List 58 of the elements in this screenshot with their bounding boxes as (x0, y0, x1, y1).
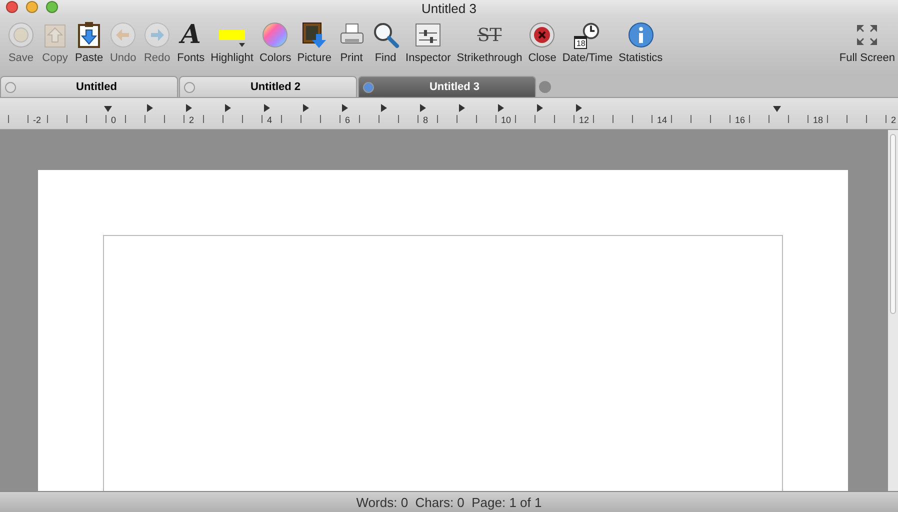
ruler-number: 16 (735, 115, 746, 125)
tab-stop-marker[interactable] (420, 104, 426, 112)
tab-stop-marker[interactable] (264, 104, 270, 112)
search-icon (372, 20, 400, 50)
tab-stop-marker[interactable] (498, 104, 504, 112)
ruler-number: 14 (657, 115, 668, 125)
tab-stop-marker[interactable] (186, 104, 192, 112)
ruler-number: 4 (267, 115, 272, 125)
ruler-number: 18 (813, 115, 824, 125)
ruler-number: 8 (423, 115, 428, 125)
strikethrough-icon: ST (474, 20, 504, 50)
color-wheel-icon (261, 20, 290, 50)
tab[interactable]: Untitled 2 (179, 76, 357, 97)
toolbar-button[interactable]: Close (525, 20, 560, 64)
picture-icon (300, 20, 328, 50)
window-title: Untitled 3 (422, 0, 476, 16)
tab-stop-marker[interactable] (537, 104, 543, 112)
toolbar-button[interactable]: Print (334, 20, 369, 64)
ruler[interactable]: -2 0 2 4 6 8 10 12 14 16 18 2 (0, 98, 898, 130)
toolbar-button[interactable]: ST Strikethrough (454, 20, 526, 64)
close-icon (528, 20, 556, 50)
scroll-thumb[interactable] (890, 134, 896, 314)
toolbar-button[interactable]: Picture (294, 20, 335, 64)
tab-stop-marker[interactable] (147, 104, 153, 112)
toolbar-button[interactable]: Full Screen (836, 20, 898, 64)
toolbar-button[interactable]: Paste (72, 20, 106, 64)
ruler-number: -2 (33, 115, 42, 125)
tab[interactable]: Untitled (0, 76, 178, 97)
toolbar-button[interactable]: Colors (256, 20, 294, 64)
toolbar-button[interactable]: Find (368, 20, 403, 64)
indent-marker[interactable] (773, 106, 781, 112)
toolbar-button[interactable]: A Fonts (174, 20, 208, 64)
tab[interactable]: Untitled 3 (358, 76, 536, 97)
toolbar-button[interactable]: 18 Date/Time (559, 20, 616, 64)
letter-icon: A (178, 20, 203, 50)
tab-stop-marker[interactable] (303, 104, 309, 112)
tab-stop-marker[interactable] (459, 104, 465, 112)
status-text: Words: 0 Chars: 0 Page: 1 of 1 (356, 494, 542, 510)
ruler-number: 0 (111, 115, 116, 125)
ruler-number: 2 (891, 115, 896, 125)
toolbar-button[interactable]: Highlight (208, 20, 256, 64)
tab-stop-marker[interactable] (342, 104, 348, 112)
scrollbar[interactable] (888, 130, 898, 491)
ruler-number: 10 (501, 115, 512, 125)
toolbar-button[interactable]: Inspector (402, 20, 454, 64)
circle-icon (7, 20, 35, 50)
ruler-number: 2 (189, 115, 194, 125)
indent-marker[interactable] (104, 106, 112, 112)
ruler-number: 12 (579, 115, 590, 125)
toolbar-button[interactable]: Statistics (616, 20, 666, 64)
info-icon (626, 20, 655, 50)
tab-stop-marker[interactable] (381, 104, 387, 112)
zoom-light[interactable] (46, 1, 58, 13)
minimize-light[interactable] (26, 1, 38, 13)
tab-stop-marker[interactable] (225, 104, 231, 112)
tab-stop-marker[interactable] (576, 104, 582, 112)
close-light[interactable] (6, 1, 18, 13)
ruler-number: 6 (345, 115, 350, 125)
